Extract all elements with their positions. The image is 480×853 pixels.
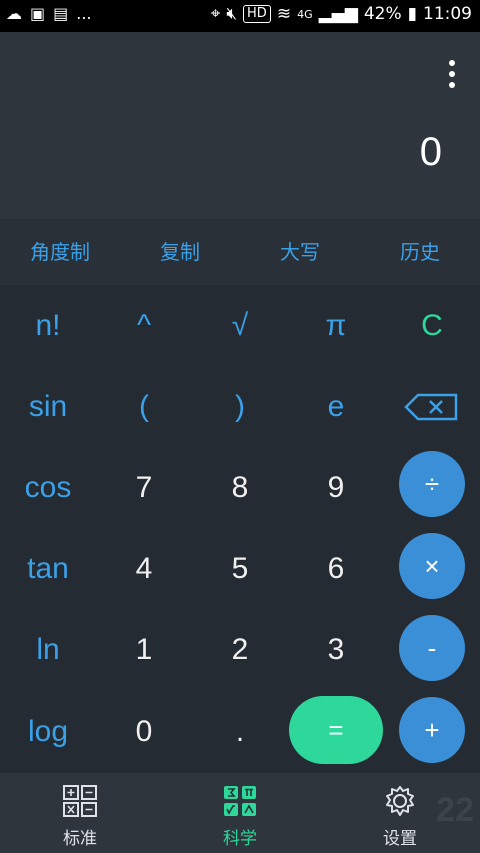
signal-icon: ▂▄▆ [318,4,358,24]
multiply-key[interactable]: × [399,533,465,599]
open-paren-key[interactable]: ( [96,366,192,447]
tab-science-label: 科学 [223,829,257,849]
cos-key[interactable]: cos [0,447,96,528]
digit-8-key[interactable]: 8 [192,447,288,528]
backspace-icon [404,393,458,420]
mute-icon: 🔇︎ [226,4,238,24]
tab-standard[interactable]: 标准 [20,785,140,849]
bottom-nav: 标准 科学 设置 22 [0,773,480,853]
power-key[interactable]: ^ [96,285,192,366]
factorial-key[interactable]: n! [0,285,96,366]
notification-icon: ▤ [53,4,69,23]
digit-9-key[interactable]: 9 [288,447,384,528]
digit-5-key[interactable]: 5 [192,528,288,609]
add-key[interactable]: + [399,697,465,763]
tan-key[interactable]: tan [0,528,96,609]
digit-7-key[interactable]: 7 [96,447,192,528]
science-icon [224,786,256,816]
gear-icon [386,786,414,816]
subtract-key[interactable]: - [399,615,465,681]
tab-standard-label: 标准 [63,829,97,849]
hd-badge: HD [243,5,271,23]
copy-button[interactable]: 复制 [120,219,240,285]
standard-icon [63,785,97,817]
location-icon: ⌖ [210,4,221,24]
angle-mode-button[interactable]: 角度制 [0,219,120,285]
battery-icon: ▮ [407,4,417,24]
ln-key[interactable]: ln [0,609,96,690]
uppercase-button[interactable]: 大写 [240,219,360,285]
status-bar: ☁ ▣ ▤ ... ⌖ 🔇︎ HD ≋ 4G ▂▄▆ 42% ▮ 11:09 [0,0,480,32]
digit-3-key[interactable]: 3 [288,609,384,690]
sqrt-key[interactable]: √ [192,285,288,366]
clock: 11:09 [423,4,472,24]
pi-key[interactable]: π [288,285,384,366]
overflow-menu-icon[interactable] [448,60,456,88]
clear-key[interactable]: C [384,285,480,366]
digit-1-key[interactable]: 1 [96,609,192,690]
weather-icon: ☁ [6,4,22,23]
digit-6-key[interactable]: 6 [288,528,384,609]
history-button[interactable]: 历史 [360,219,480,285]
close-paren-key[interactable]: ) [192,366,288,447]
options-bar: 角度制 复制 大写 历史 [0,219,480,285]
divide-key[interactable]: ÷ [399,451,465,517]
network-label: 4G [297,7,313,21]
decimal-key[interactable]: . [192,691,288,772]
image-icon: ▣ [30,4,46,23]
digit-0-key[interactable]: 0 [96,691,192,772]
equals-key[interactable]: = [289,696,383,764]
digit-2-key[interactable]: 2 [192,609,288,690]
wifi-icon: ≋ [276,4,292,24]
watermark-logo: 22 [436,791,474,829]
result-value: 0 [419,130,442,174]
tab-science[interactable]: 科学 [180,785,300,849]
battery-percent: 42% [363,4,402,24]
log-key[interactable]: log [0,691,96,772]
backspace-key[interactable] [384,366,480,447]
keypad: n! ^ √ π C sin ( ) e cos 7 8 9 ÷ tan 4 5… [0,285,480,773]
digit-4-key[interactable]: 4 [96,528,192,609]
e-key[interactable]: e [288,366,384,447]
display-area: 0 [0,32,480,219]
status-dots: ... [76,4,92,23]
sin-key[interactable]: sin [0,366,96,447]
